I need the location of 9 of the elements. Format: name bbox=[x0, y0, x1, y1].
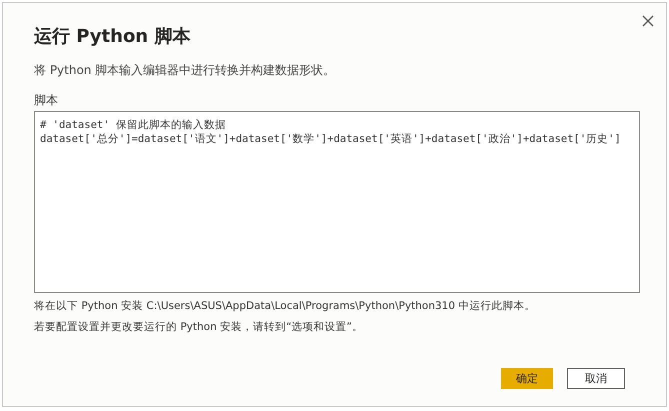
info-text: 将在以下 Python 安装 C:\Users\ASUS\AppData\Local\Programs\Python\Python310 中运行此脚本。 bbox=[34, 299, 536, 313]
dialog-title: 运行 Python 脚本 bbox=[34, 25, 192, 48]
info-text: 若要配置设置并更改要运行的 Python 安装，请转到“选项和设置”。 bbox=[34, 320, 364, 334]
close-icon[interactable] bbox=[640, 13, 656, 29]
script-label: 脚本 bbox=[34, 92, 59, 109]
ok-button[interactable]: 确定 bbox=[501, 368, 553, 389]
cancel-button[interactable]: 取消 bbox=[567, 368, 625, 389]
script-editor[interactable]: # 'dataset' 保留此脚本的输入数据 dataset['总分']=dataset['语文']+dataset['数学']+dataset['英语']+dataset['政治']+dataset['历史'] bbox=[34, 111, 640, 293]
dialog-description: 将 Python 脚本输入编辑器中进行转换并构建数据形状。 bbox=[34, 62, 336, 79]
